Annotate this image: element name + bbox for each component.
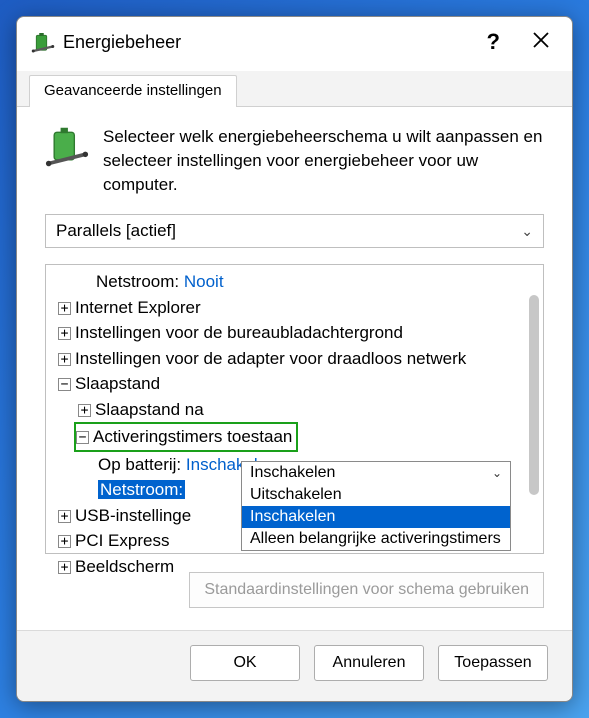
power-scheme-dropdown[interactable]: Parallels [actief] ⌄ xyxy=(45,214,544,248)
power-options-dialog: Energiebeheer ? Geavanceerde instellinge… xyxy=(16,16,573,702)
node-usb[interactable]: USB-instellinge xyxy=(75,506,191,525)
expand-icon[interactable]: + xyxy=(58,302,71,315)
expand-icon[interactable]: + xyxy=(58,327,71,340)
apply-button[interactable]: Toepassen xyxy=(438,645,548,681)
intro-text: Selecteer welk energiebeheerschema u wil… xyxy=(103,125,544,196)
combo-selected: Inschakelen xyxy=(250,464,335,482)
node-pci[interactable]: PCI Express xyxy=(75,531,169,550)
help-button[interactable]: ? xyxy=(471,25,516,59)
cancel-button[interactable]: Annuleren xyxy=(314,645,424,681)
node-ie[interactable]: Internet Explorer xyxy=(75,298,201,317)
window-title: Energiebeheer xyxy=(63,32,181,53)
node-wake-timers[interactable]: Activeringstimers toestaan xyxy=(93,427,292,446)
expand-icon[interactable]: + xyxy=(58,535,71,548)
node-wifi-adapter[interactable]: Instellingen voor de adapter voor draadl… xyxy=(75,349,466,368)
settings-tree[interactable]: Netstroom: Nooit + Internet Explorer + Ins… xyxy=(45,264,544,554)
netstroom-value[interactable]: Nooit xyxy=(184,272,224,291)
tab-advanced[interactable]: Geavanceerde instellingen xyxy=(29,75,237,107)
node-sleep[interactable]: Slaapstand xyxy=(75,374,160,393)
content-area: Selecteer welk energiebeheerschema u wil… xyxy=(17,107,572,630)
expand-icon[interactable]: + xyxy=(58,561,71,574)
collapse-icon[interactable]: − xyxy=(58,378,71,391)
wake-ac-combobox[interactable]: Inschakelen ⌄ Uitschakelen Inschakelen A… xyxy=(241,461,511,551)
combo-option-enable[interactable]: Inschakelen xyxy=(242,506,510,528)
dialog-buttons: OK Annuleren Toepassen xyxy=(17,630,572,701)
close-button[interactable] xyxy=(516,25,566,59)
combo-option-disable[interactable]: Uitschakelen xyxy=(242,484,510,506)
wake-battery-label: Op batterij: xyxy=(98,455,181,474)
wake-ac-label: Netstroom: xyxy=(98,480,185,499)
node-display[interactable]: Beeldscherm xyxy=(75,557,174,576)
netstroom-label: Netstroom: xyxy=(96,272,179,291)
ok-button[interactable]: OK xyxy=(190,645,300,681)
highlight-box: −Activeringstimers toestaan xyxy=(74,422,298,452)
titlebar: Energiebeheer ? xyxy=(17,17,572,67)
node-sleep-after[interactable]: Slaapstand na xyxy=(95,400,204,419)
collapse-icon[interactable]: − xyxy=(76,431,89,444)
intro-row: Selecteer welk energiebeheerschema u wil… xyxy=(45,125,544,196)
tab-strip: Geavanceerde instellingen xyxy=(17,71,572,107)
expand-icon[interactable]: + xyxy=(78,404,91,417)
scheme-label: Parallels [actief] xyxy=(56,221,176,241)
chevron-down-icon: ⌄ xyxy=(521,223,533,240)
battery-plug-icon xyxy=(45,125,89,169)
combo-option-important-only[interactable]: Alleen belangrijke activeringstimers xyxy=(242,528,510,550)
expand-icon[interactable]: + xyxy=(58,353,71,366)
chevron-down-icon: ⌄ xyxy=(492,466,502,480)
battery-app-icon xyxy=(31,30,55,54)
expand-icon[interactable]: + xyxy=(58,510,71,523)
scrollbar[interactable] xyxy=(529,295,539,495)
node-desktop-bg[interactable]: Instellingen voor de bureaubladachtergro… xyxy=(75,323,403,342)
